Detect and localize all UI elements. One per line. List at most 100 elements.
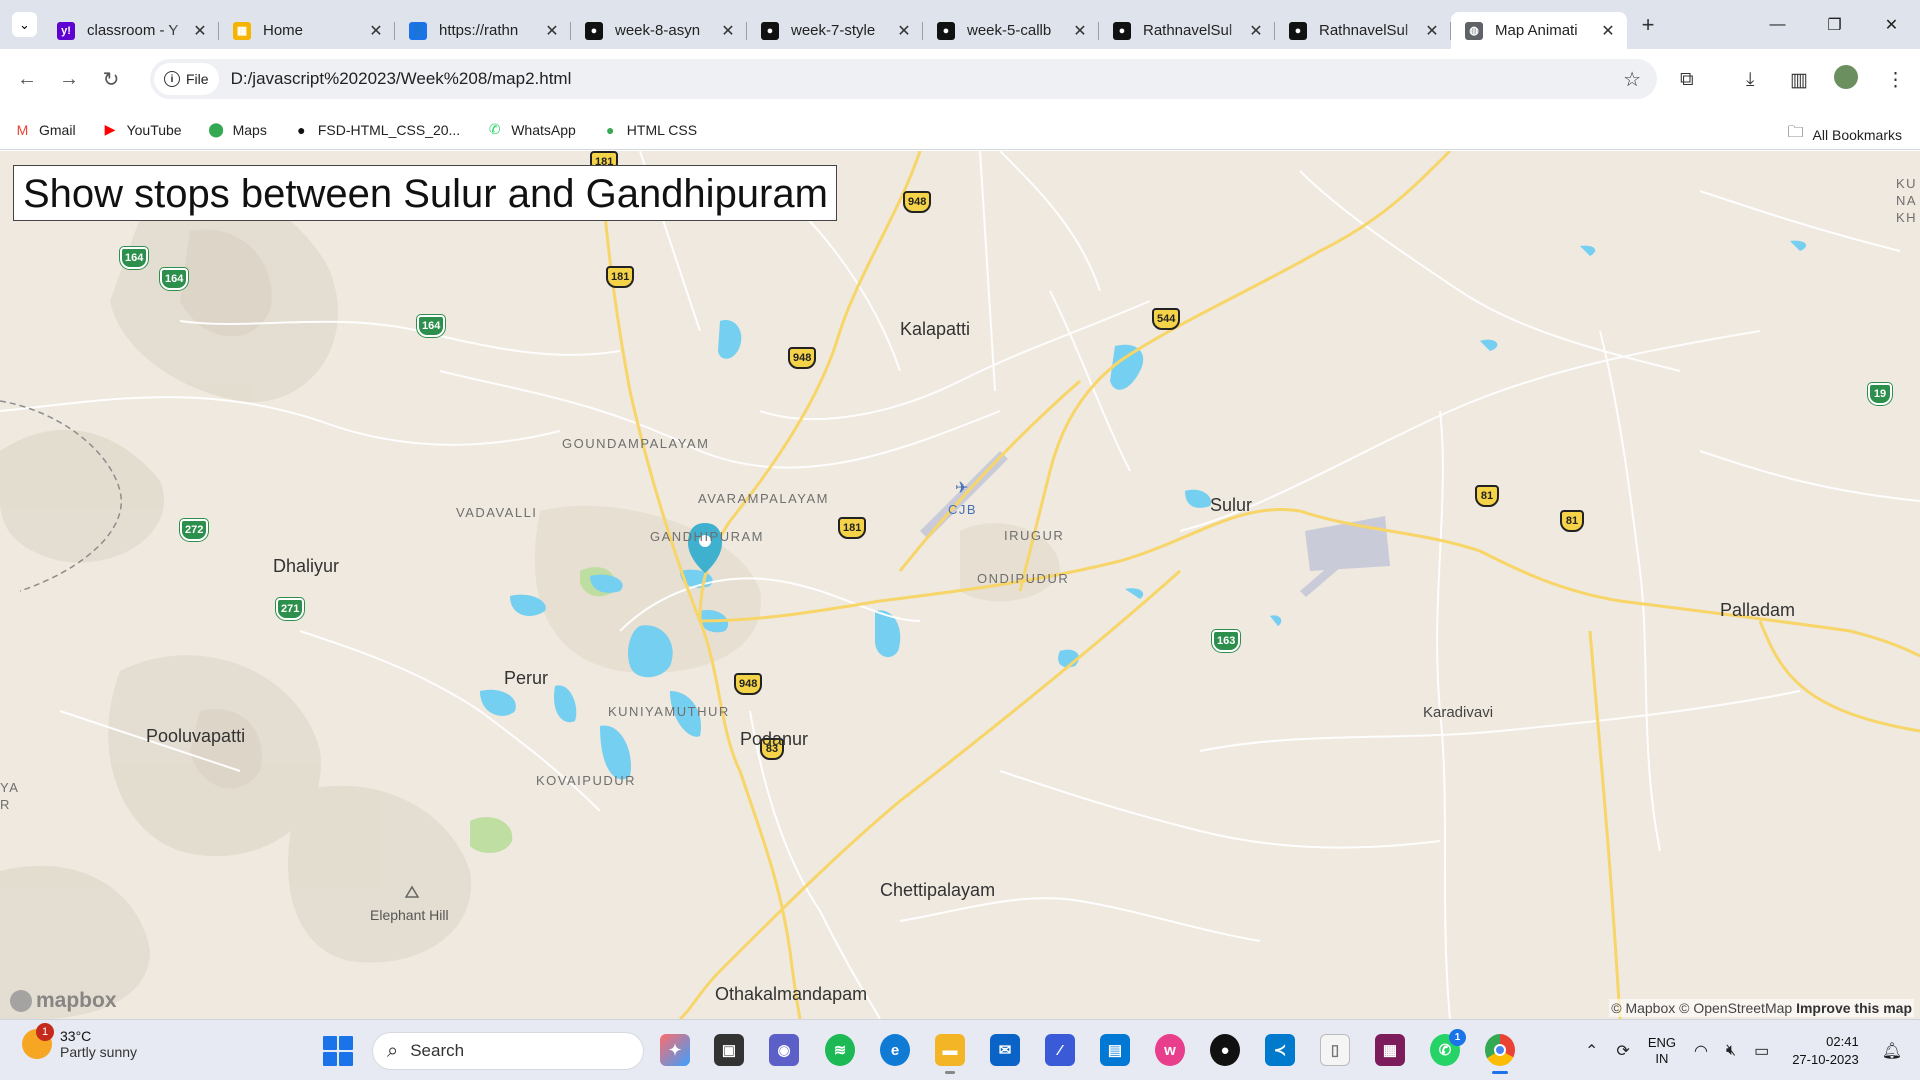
browser-tab[interactable]: 👤 https://rathn ✕ xyxy=(395,12,571,49)
profile-avatar[interactable] xyxy=(1834,65,1858,89)
mail-icon[interactable]: ✉ xyxy=(990,1034,1020,1066)
tab-list: y! classroom - Y ✕ ▦ Home ✕ 👤 https://rathn ✕ ● we… xyxy=(43,0,1627,49)
bookmark-item[interactable]: ✆ WhatsApp xyxy=(486,121,576,138)
download-icon[interactable]: ⤓ xyxy=(1746,69,1754,91)
folder-icon: 🗀 xyxy=(1787,124,1804,141)
bookmark-item[interactable]: ● HTML CSS xyxy=(602,121,697,138)
meet-video-icon[interactable]: ◉ xyxy=(769,1034,799,1066)
highway-shield-icon: 271 xyxy=(276,598,305,620)
browser-tab[interactable]: ▦ Home ✕ xyxy=(219,12,395,49)
bookmark-item[interactable]: ▶ YouTube xyxy=(102,121,182,138)
attribution-mapbox-link[interactable]: © Mapbox xyxy=(1611,1000,1675,1016)
contacts-icon: 👤 xyxy=(409,21,427,40)
tab-title: Map Animati xyxy=(1495,22,1578,39)
browser-tab[interactable]: ◍ Map Animati ✕ xyxy=(1451,12,1627,49)
store-icon[interactable]: ▤ xyxy=(1100,1034,1130,1066)
highway-shield-icon: 81 xyxy=(1475,485,1499,507)
extensions-icon[interactable]: ⧉ xyxy=(1680,69,1694,91)
back-button[interactable]: ← xyxy=(12,65,42,95)
volume-muted-icon[interactable]: 🔇︎ xyxy=(1726,1042,1736,1060)
side-panel-icon[interactable]: ▥ xyxy=(1790,69,1808,92)
tab-title: week-7-style xyxy=(791,22,876,39)
clock[interactable]: 02:41 27-10-2023 xyxy=(1792,1033,1859,1068)
site-info-label: File xyxy=(186,71,209,87)
bookmark-item[interactable]: M Gmail xyxy=(14,121,76,138)
close-tab-icon[interactable]: ✕ xyxy=(543,21,561,41)
bookmark-label: FSD-HTML_CSS_20... xyxy=(317,121,461,138)
youtube-icon: ▶ xyxy=(104,121,116,137)
place-label-pooluvapatti: Pooluvapatti xyxy=(146,726,246,746)
minimize-icon[interactable]: — xyxy=(1749,0,1806,49)
new-tab-button[interactable]: + xyxy=(1633,12,1663,38)
improve-map-link[interactable]: Improve this map xyxy=(1796,1000,1912,1016)
chevron-up-icon[interactable]: ⌃ xyxy=(1585,1041,1598,1061)
chrome-icon[interactable] xyxy=(1485,1034,1515,1074)
highway-shield-icon: 948 xyxy=(903,191,932,213)
highway-shield-icon: 164 xyxy=(417,315,446,337)
site-info-chip[interactable]: i File xyxy=(154,63,219,95)
sync-icon[interactable]: ⟳ xyxy=(1616,1041,1629,1061)
close-tab-icon[interactable]: ✕ xyxy=(719,21,737,41)
spotify-icon[interactable]: ≋ xyxy=(825,1034,855,1066)
blank-file-icon[interactable]: ▯ xyxy=(1320,1034,1350,1066)
file-explorer-icon[interactable]: ▬ xyxy=(935,1034,965,1074)
copilot-icon[interactable]: ✦ xyxy=(660,1034,690,1066)
windows-start-icon[interactable] xyxy=(323,1036,353,1066)
wifi-icon[interactable]: ◠ xyxy=(1694,1041,1708,1061)
close-tab-icon[interactable]: ✕ xyxy=(191,21,209,41)
mapbox-logo[interactable]: mapbox xyxy=(10,989,117,1013)
forward-button[interactable]: → xyxy=(54,65,84,95)
restore-icon[interactable]: ❐ xyxy=(1806,0,1863,49)
gmail-icon: M xyxy=(16,121,29,138)
all-bookmarks-button[interactable]: 🗀 All Bookmarks xyxy=(1788,121,1902,148)
place-label-gandhipuram: GANDHIPURAM xyxy=(650,529,765,544)
whatsapp-icon[interactable]: ✆ 1 xyxy=(1430,1029,1466,1066)
close-tab-icon[interactable]: ✕ xyxy=(1247,21,1265,41)
tab-search-button[interactable]: ⌄ xyxy=(12,12,37,37)
close-tab-icon[interactable]: ✕ xyxy=(895,21,913,41)
close-window-icon[interactable]: ✕ xyxy=(1863,0,1920,49)
notification-bell-icon[interactable]: 🔔︎ xyxy=(1882,1041,1902,1061)
highway-shield-icon: 163 xyxy=(1212,630,1241,652)
wps-office-icon[interactable]: w xyxy=(1155,1034,1185,1066)
address-bar[interactable]: i File D:/javascript%202023/Week%208/map… xyxy=(150,59,1657,99)
browser-tab[interactable]: ● week-8-asyn ✕ xyxy=(571,12,747,49)
close-tab-icon[interactable]: ✕ xyxy=(1071,21,1089,41)
bookmark-item[interactable]: ● FSD-HTML_CSS_20... xyxy=(293,121,460,138)
tab-title: week-8-asyn xyxy=(615,22,701,39)
github-icon: ● xyxy=(937,21,955,40)
globe-icon: ◍ xyxy=(1465,21,1483,40)
taskbar-search-box[interactable]: ⌕ Search xyxy=(372,1032,644,1070)
github-desktop-icon[interactable]: ● xyxy=(1210,1034,1240,1066)
attribution-osm-link[interactable]: © OpenStreetMap xyxy=(1679,1000,1792,1016)
battery-icon[interactable]: ▭ xyxy=(1754,1041,1769,1061)
edge-browser-icon[interactable]: e xyxy=(880,1034,910,1066)
terminal-icon[interactable]: ▣ xyxy=(714,1034,744,1066)
close-tab-icon[interactable]: ✕ xyxy=(1599,21,1617,41)
browser-tab[interactable]: y! classroom - Y ✕ xyxy=(43,12,219,49)
browser-tab[interactable]: ● week-5-callb ✕ xyxy=(923,12,1099,49)
browser-tab[interactable]: ● week-7-style ✕ xyxy=(747,12,923,49)
browser-tab[interactable]: ● RathnavelSul ✕ xyxy=(1275,12,1451,49)
bookmark-item[interactable]: ⬤ Maps xyxy=(208,121,267,138)
url-text[interactable]: D:/javascript%202023/Week%208/map2.html xyxy=(231,69,572,89)
bookmark-star-icon[interactable]: ☆ xyxy=(1623,67,1641,92)
menu-kebab-icon[interactable]: ⋮ xyxy=(1886,69,1905,92)
reload-button[interactable]: ↻ xyxy=(96,65,126,95)
language-indicator[interactable]: ENG IN xyxy=(1648,1035,1676,1066)
power-automate-icon[interactable]: ⁄ xyxy=(1045,1034,1075,1066)
system-tray: ⌃ ⟳ ENG IN ◠ 🔇︎ ▭ 02:41 27-10-2023 🔔︎ xyxy=(1576,1020,1920,1081)
map-canvas[interactable]: ✈ 181 948 948 181 164 164 164 544 19 81 81 181 272 27… xyxy=(0,151,1920,1019)
browser-tab[interactable]: ● RathnavelSul ✕ xyxy=(1099,12,1275,49)
highway-shield-icon: 164 xyxy=(160,268,189,290)
home-slides-icon: ▦ xyxy=(233,21,251,40)
window-controls: — ❐ ✕ xyxy=(1749,0,1920,49)
github-icon: ● xyxy=(585,21,603,40)
highway-shield-icon: 544 xyxy=(1152,308,1181,330)
weather-widget[interactable]: 1 33°C Partly sunny xyxy=(22,1023,137,1060)
tab-title: Home xyxy=(263,22,304,39)
vscode-icon[interactable]: ≺ xyxy=(1265,1034,1295,1066)
winrar-icon[interactable]: ▦ xyxy=(1375,1034,1405,1066)
close-tab-icon[interactable]: ✕ xyxy=(1423,21,1441,41)
close-tab-icon[interactable]: ✕ xyxy=(367,21,385,41)
